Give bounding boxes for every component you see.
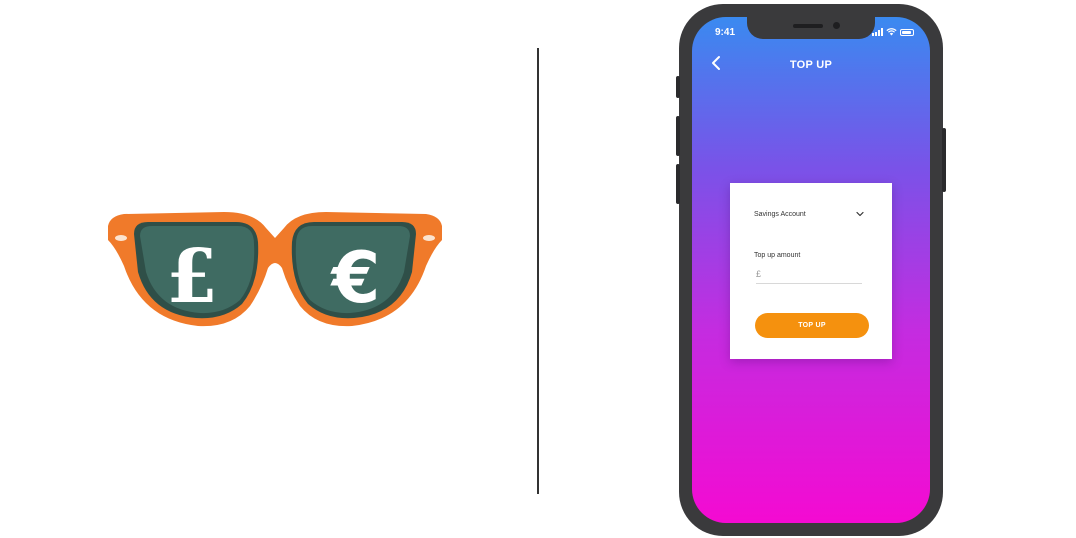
speaker-grille bbox=[793, 24, 823, 28]
pound-symbol: £ bbox=[166, 234, 218, 320]
status-time: 9:41 bbox=[715, 27, 736, 38]
promo-stage: £ € 9:41 TOP UP Savings Account Top up a… bbox=[0, 0, 1076, 538]
euro-symbol: € bbox=[330, 237, 381, 319]
mute-switch bbox=[676, 76, 680, 98]
chevron-down-icon[interactable] bbox=[856, 211, 864, 217]
page-title: TOP UP bbox=[789, 59, 833, 71]
battery-icon bbox=[900, 29, 914, 36]
left-rivet bbox=[115, 235, 127, 241]
top-up-card: Savings Account Top up amount TOP UP bbox=[730, 183, 892, 359]
volume-up-button bbox=[676, 116, 680, 156]
amount-label: Top up amount bbox=[754, 252, 801, 259]
volume-down-button bbox=[676, 164, 680, 204]
notch bbox=[747, 17, 875, 39]
front-camera bbox=[833, 22, 840, 29]
amount-input[interactable] bbox=[756, 265, 862, 284]
account-select[interactable]: Savings Account bbox=[754, 211, 806, 218]
phone-mockup: 9:41 TOP UP Savings Account Top up amoun… bbox=[676, 4, 946, 536]
right-rivet bbox=[423, 235, 435, 241]
vertical-divider bbox=[537, 48, 539, 494]
power-button bbox=[942, 128, 946, 192]
phone-screen: 9:41 TOP UP Savings Account Top up amoun… bbox=[692, 17, 930, 523]
wifi-icon bbox=[886, 28, 897, 36]
top-up-button[interactable]: TOP UP bbox=[755, 313, 869, 338]
status-icons bbox=[872, 28, 914, 36]
sunglasses-illustration: £ € bbox=[104, 208, 446, 333]
signal-icon bbox=[872, 28, 883, 36]
